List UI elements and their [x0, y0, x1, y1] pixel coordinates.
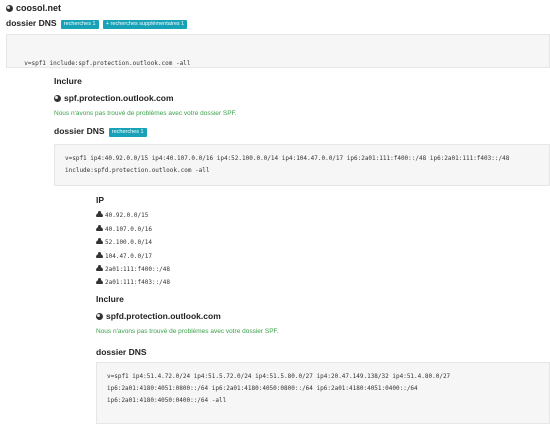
cloud-icon: [96, 238, 103, 244]
ip-item: 2a01:111:f403::/48: [96, 277, 170, 287]
cloud-icon: [96, 225, 103, 231]
ip-value: 52.100.0.0/14: [105, 239, 152, 246]
cloud-icon: [96, 252, 103, 258]
dns-heading: dossier DNS: [54, 126, 105, 136]
record-line: ip6:2a01:4180:4050:0400::/64 -all: [107, 397, 227, 404]
include2-status: Nous n'avons pas trouvé de problèmes ave…: [96, 328, 279, 335]
cloud-icon: [96, 211, 103, 217]
ip-value: 40.92.0.0/15: [105, 212, 149, 219]
include1-status: Nous n'avons pas trouvé de problèmes ave…: [54, 110, 237, 117]
ip-item: 104.47.0.0/17: [96, 251, 152, 261]
ip-value: 104.47.0.0/17: [105, 253, 152, 260]
include2-dns-record: v=spf1 ip4:51.4.72.0/24 ip4:51.5.72.0/24…: [96, 362, 550, 424]
ip-value: 2a01:111:f400::/48: [105, 266, 171, 273]
ip-item: 2a01:111:f400::/48: [96, 264, 170, 274]
record-line: v=spf1 ip4:51.4.72.0/24 ip4:51.5.72.0/24…: [107, 373, 451, 380]
root-dns-record: v=spf1 include:spf.protection.outlook.co…: [6, 34, 550, 68]
include1-dns-record: v=spf1 ip4:40.92.0.0/15 ip4:40.107.0.0/1…: [54, 144, 550, 186]
record-line: ip6:2a01:4180:4051:0800::/64 ip6:2a01:41…: [107, 385, 418, 392]
include2-domain: spfd.protection.outlook.com: [106, 311, 221, 321]
include-heading: Inclure: [96, 294, 124, 304]
include-heading: Inclure: [54, 76, 82, 86]
ip-value: 40.107.0.0/16: [105, 226, 152, 233]
dns-heading: dossier DNS: [6, 18, 57, 28]
ip-item: 40.92.0.0/15: [96, 210, 148, 220]
ip-item: 40.107.0.0/16: [96, 224, 152, 234]
extra-lookups-badge: + recherches supplémentaires 1: [102, 20, 188, 29]
record-line: v=spf1 ip4:40.92.0.0/15 ip4:40.107.0.0/1…: [65, 155, 510, 162]
globe-icon: [6, 5, 13, 12]
cloud-icon: [96, 278, 103, 284]
root-domain-row: coosol.net: [6, 3, 61, 13]
include1-domain-row: spf.protection.outlook.com: [54, 93, 174, 103]
cloud-icon: [96, 265, 103, 271]
ip-value: 2a01:111:f403::/48: [105, 279, 171, 286]
ip-heading: IP: [96, 195, 105, 205]
lookups-badge: recherches 1: [108, 128, 147, 137]
record-text: v=spf1 include:spf.protection.outlook.co…: [24, 60, 191, 67]
include2-domain-row: spfd.protection.outlook.com: [96, 311, 221, 321]
lookups-badge: recherches 1: [60, 20, 99, 29]
record-line: include:spfd.protection.outlook.com -all: [65, 167, 210, 174]
ip-item: 52.100.0.0/14: [96, 237, 152, 247]
dns-heading: dossier DNS: [96, 347, 147, 357]
include1-dns-heading-row: dossier DNS recherches 1: [54, 126, 147, 137]
root-dns-heading-row: dossier DNS recherches 1 + recherches su…: [6, 18, 188, 29]
globe-icon: [96, 313, 103, 320]
globe-icon: [54, 95, 61, 102]
root-domain: coosol.net: [16, 3, 62, 13]
include1-domain: spf.protection.outlook.com: [64, 93, 174, 103]
